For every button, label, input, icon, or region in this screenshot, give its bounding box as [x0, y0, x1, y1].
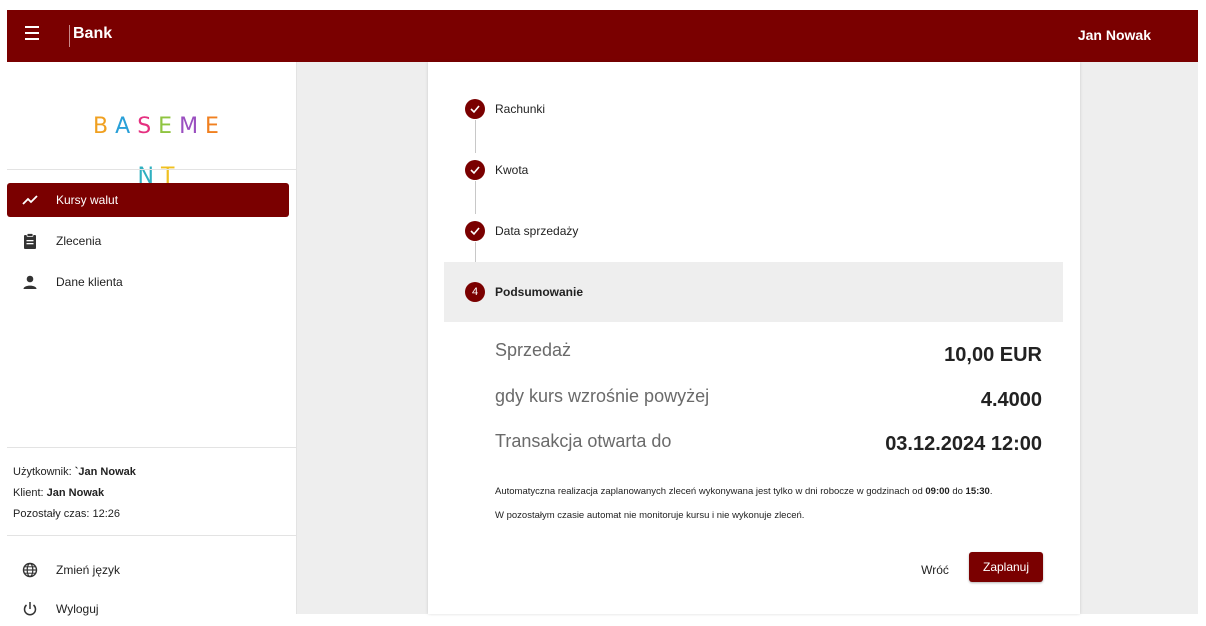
- check-icon: [465, 99, 485, 119]
- user-info-line: Użytkownik: `Jan Nowak: [13, 466, 136, 478]
- brand-divider: [69, 25, 70, 47]
- header-user-name[interactable]: Jan Nowak: [1078, 27, 1151, 43]
- basement-logo: BASEMENT: [92, 102, 227, 189]
- power-icon: [23, 602, 37, 616]
- trending-up-icon: [22, 195, 38, 205]
- sidebar-item-label: Zlecenia: [56, 234, 102, 248]
- logo-letter: A: [115, 114, 138, 139]
- sidebar-item-dane-klienta[interactable]: Dane klienta: [7, 265, 289, 299]
- logo-letter: E: [205, 114, 226, 139]
- step-number: 4: [465, 282, 485, 302]
- step-label: Kwota: [495, 163, 529, 177]
- sale-value: 10,00 EUR: [944, 344, 1042, 366]
- rate-threshold-value: 4.4000: [980, 389, 1042, 411]
- step-rachunki[interactable]: Rachunki: [444, 79, 1063, 139]
- user-value: `Jan Nowak: [74, 466, 136, 478]
- note-time-to: 15:30: [965, 486, 990, 497]
- step-label: Rachunki: [495, 102, 546, 116]
- rate-threshold-label: gdy kurs wzrośnie powyżej: [495, 386, 710, 406]
- step-label: Data sprzedaży: [495, 224, 579, 238]
- logo-letter: B: [93, 114, 116, 139]
- note-text: do: [949, 486, 966, 497]
- main-content: Rachunki Kwota Data sprzedaży 4 Podsumow…: [297, 62, 1198, 614]
- client-value: Jan Nowak: [46, 487, 105, 499]
- clipboard-icon: [24, 233, 36, 249]
- change-language-label: Zmień język: [56, 563, 121, 577]
- logo-letter: E: [158, 114, 180, 139]
- schedule-note: Automatyczna realizacja zaplanowanych zl…: [495, 486, 993, 497]
- time-value: 12:26: [92, 508, 121, 520]
- change-language-button[interactable]: Zmień język: [7, 553, 289, 587]
- schedule-button[interactable]: Zaplanuj: [969, 552, 1043, 582]
- schedule-note-2: W pozostałym czasie automat nie monitoru…: [495, 510, 805, 521]
- time-info-line: Pozostały czas: 12:26: [13, 508, 120, 520]
- sale-label: Sprzedaż: [495, 340, 572, 360]
- sidebar-item-label: Dane klienta: [56, 275, 123, 289]
- client-label: Klient:: [13, 487, 44, 499]
- order-summary-card: Rachunki Kwota Data sprzedaży 4 Podsumow…: [428, 62, 1080, 614]
- step-kwota[interactable]: Kwota: [444, 140, 1063, 200]
- globe-icon: [22, 562, 38, 578]
- check-icon: [465, 160, 485, 180]
- step-podsumowanie[interactable]: 4 Podsumowanie: [444, 262, 1063, 322]
- user-label: Użytkownik:: [13, 466, 72, 478]
- time-label: Pozostały czas:: [13, 508, 90, 520]
- logo-letter: S: [137, 114, 159, 139]
- sidebar-divider: [7, 169, 296, 170]
- sidebar-item-zlecenia[interactable]: Zlecenia: [7, 224, 289, 258]
- step-data-sprzedazy[interactable]: Data sprzedaży: [444, 201, 1063, 261]
- open-until-label: Transakcja otwarta do: [495, 431, 672, 451]
- note-text: Automatyczna realizacja zaplanowanych zl…: [495, 486, 926, 497]
- app-title: Bank: [73, 25, 113, 42]
- app-header: Bank Jan Nowak: [7, 10, 1198, 62]
- sidebar-item-label: Kursy walut: [56, 193, 119, 207]
- sidebar-item-kursy-walut[interactable]: Kursy walut: [7, 183, 289, 217]
- note-time-from: 09:00: [925, 486, 950, 497]
- client-info-line: Klient: Jan Nowak: [13, 487, 104, 499]
- back-button[interactable]: Wróć: [917, 559, 953, 581]
- check-icon: [465, 221, 485, 241]
- person-icon: [23, 275, 37, 289]
- step-label: Podsumowanie: [495, 285, 584, 299]
- note-text: .: [989, 486, 993, 497]
- open-until-value: 03.12.2024 12:00: [885, 433, 1042, 455]
- sidebar-divider: [7, 535, 296, 536]
- sidebar-divider: [7, 447, 296, 448]
- sidebar: BASEMENT Kursy walut Zlecenia Dane klien…: [7, 62, 297, 616]
- logo-letter: M: [179, 114, 206, 139]
- logout-button[interactable]: Wyloguj: [7, 592, 289, 626]
- menu-icon[interactable]: [25, 26, 39, 40]
